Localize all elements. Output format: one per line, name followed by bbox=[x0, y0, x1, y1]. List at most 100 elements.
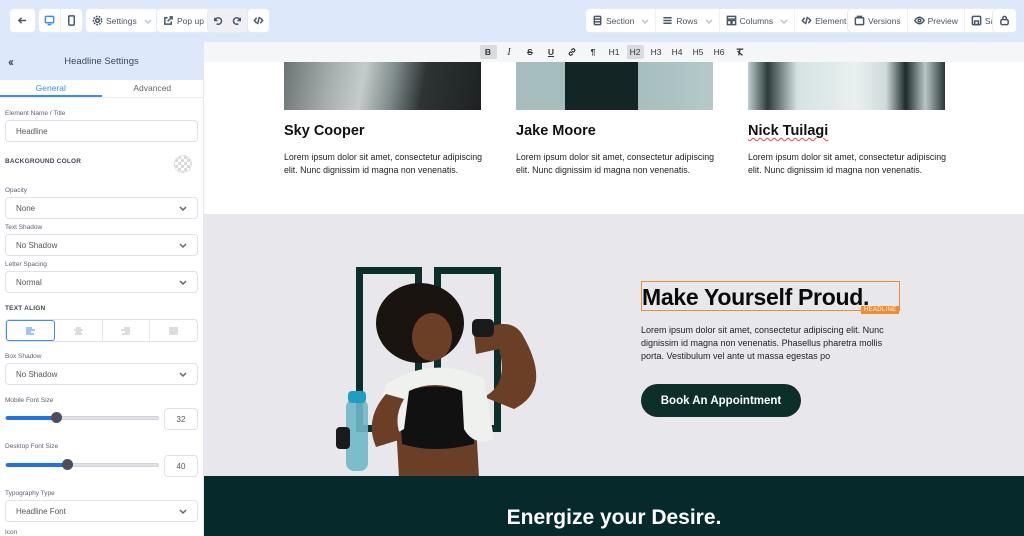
team-member-name[interactable]: Sky Cooper bbox=[284, 123, 365, 139]
opacity-select[interactable]: None bbox=[5, 197, 198, 219]
code-icon bbox=[801, 16, 812, 25]
popup-label: Pop up bbox=[177, 15, 204, 26]
hero-paragraph[interactable]: Lorem ipsum dolor sit amet, consectetur … bbox=[641, 324, 906, 362]
desktop-font-size-slider[interactable] bbox=[5, 459, 159, 470]
lock-button[interactable] bbox=[993, 9, 1016, 32]
h3-button[interactable]: H3 bbox=[648, 45, 665, 59]
letter-spacing-value: Normal bbox=[16, 277, 42, 287]
box-shadow-value: No Shadow bbox=[16, 369, 58, 379]
popup-group: Pop up bbox=[157, 9, 210, 32]
align-justify-icon bbox=[169, 327, 179, 334]
team-member-bio[interactable]: Lorem ipsum dolor sit amet, consectetur … bbox=[284, 151, 484, 176]
band-title[interactable]: Energize your Desire. bbox=[204, 506, 1024, 530]
typography-type-value: Headline Font bbox=[16, 506, 66, 516]
mobile-view-button[interactable] bbox=[61, 9, 82, 32]
redo-button[interactable] bbox=[228, 9, 247, 32]
align-center-icon bbox=[73, 327, 83, 334]
code-icon bbox=[253, 16, 264, 25]
eye-icon bbox=[913, 16, 925, 25]
back-button[interactable] bbox=[10, 9, 35, 32]
settings-button[interactable]: Settings bbox=[86, 9, 158, 32]
link-button[interactable] bbox=[564, 45, 581, 59]
paragraph-button[interactable]: ¶ bbox=[585, 45, 602, 59]
book-appointment-button[interactable]: Book An Appointment bbox=[641, 384, 801, 417]
underline-button[interactable]: U bbox=[543, 45, 560, 59]
rows-button[interactable]: Rows bbox=[656, 9, 720, 32]
tab-advanced[interactable]: Advanced bbox=[102, 80, 204, 97]
chevron-down-icon bbox=[144, 18, 152, 24]
section-button[interactable]: Section bbox=[586, 9, 657, 32]
hero-headline[interactable]: Make Yourself Proud. bbox=[642, 284, 869, 311]
popup-button[interactable]: Pop up bbox=[157, 9, 210, 32]
text-shadow-select[interactable]: No Shadow bbox=[5, 234, 198, 256]
undo-button[interactable] bbox=[208, 9, 228, 32]
h5-button[interactable]: H5 bbox=[690, 45, 707, 59]
box-shadow-select[interactable]: No Shadow bbox=[5, 363, 198, 385]
desktop-view-button[interactable] bbox=[39, 9, 61, 32]
h6-button[interactable]: H6 bbox=[711, 45, 728, 59]
team-member-name[interactable]: Nick Tuilagi bbox=[748, 123, 828, 139]
align-left-button[interactable] bbox=[6, 320, 55, 341]
chevron-down-icon bbox=[705, 18, 713, 24]
mobile-font-size-slider[interactable] bbox=[5, 412, 159, 423]
back-group bbox=[10, 9, 35, 32]
clear-format-button[interactable] bbox=[732, 45, 749, 59]
mobile-icon bbox=[68, 15, 75, 26]
format-toolbar: B I S U ¶ H1 H2 H3 H4 H5 H6 bbox=[204, 42, 1024, 62]
h2-button[interactable]: H2 bbox=[626, 45, 644, 59]
bold-button[interactable]: B bbox=[479, 45, 497, 59]
strikethrough-button[interactable]: S bbox=[522, 45, 539, 59]
align-left-icon bbox=[25, 327, 35, 334]
rows-icon bbox=[663, 17, 672, 24]
lock-group bbox=[993, 9, 1016, 32]
color-picker-swatch[interactable] bbox=[174, 155, 192, 173]
team-member-bio[interactable]: Lorem ipsum dolor sit amet, consectetur … bbox=[516, 151, 716, 176]
collapse-panel-icon[interactable]: ‹‹ bbox=[8, 55, 14, 69]
h1-button[interactable]: H1 bbox=[606, 45, 623, 59]
desktop-icon bbox=[44, 15, 55, 26]
code-view-button[interactable] bbox=[248, 9, 269, 32]
typography-type-select[interactable]: Headline Font bbox=[5, 500, 198, 522]
chevron-down-icon bbox=[780, 18, 788, 24]
team-member-bio[interactable]: Lorem ipsum dolor sit amet, consectetur … bbox=[748, 151, 948, 176]
h4-button[interactable]: H4 bbox=[669, 45, 686, 59]
columns-button[interactable]: Columns bbox=[720, 9, 796, 32]
element-name-input[interactable]: Headline bbox=[5, 120, 198, 142]
team-photo bbox=[284, 62, 481, 110]
tab-general[interactable]: General bbox=[0, 80, 102, 97]
slider-handle[interactable] bbox=[62, 459, 73, 470]
structure-group: Section Rows Columns Elements bbox=[586, 9, 857, 32]
align-right-button[interactable] bbox=[103, 320, 151, 341]
element-name-value: Headline bbox=[16, 126, 48, 136]
clear-format-icon bbox=[736, 48, 744, 56]
device-toggle bbox=[39, 9, 82, 32]
text-shadow-value: No Shadow bbox=[16, 240, 58, 250]
panel-tabs: General Advanced bbox=[0, 80, 203, 98]
versions-label: Versions bbox=[868, 15, 901, 26]
letter-spacing-select[interactable]: Normal bbox=[5, 271, 198, 293]
panel-title: Headline Settings bbox=[64, 55, 139, 67]
chevron-down-icon bbox=[179, 243, 187, 249]
slider-handle[interactable] bbox=[51, 412, 62, 423]
chevron-down-icon bbox=[179, 206, 187, 212]
italic-button[interactable]: I bbox=[501, 45, 518, 59]
settings-panel: ‹‹ Headline Settings General Advanced El… bbox=[0, 42, 204, 536]
chevron-down-icon bbox=[179, 509, 187, 515]
opacity-label: Opacity bbox=[5, 187, 28, 194]
section-label: Section bbox=[606, 15, 635, 26]
rows-label: Rows bbox=[676, 15, 698, 26]
versions-button[interactable]: Versions bbox=[848, 9, 908, 32]
align-center-button[interactable] bbox=[55, 320, 103, 341]
lock-icon bbox=[1000, 15, 1009, 26]
element-name-label: Element Name / Title bbox=[5, 110, 66, 117]
mobile-font-size-input[interactable]: 32 bbox=[164, 408, 198, 430]
section-icon bbox=[593, 15, 602, 26]
desktop-font-size-input[interactable]: 40 bbox=[164, 455, 198, 477]
align-justify-button[interactable] bbox=[150, 320, 197, 341]
team-member-name[interactable]: Jake Moore bbox=[516, 123, 596, 139]
preview-button[interactable]: Preview bbox=[908, 9, 965, 32]
typography-type-label: Typography Type bbox=[5, 490, 55, 497]
opacity-value: None bbox=[16, 203, 36, 213]
slider-fill bbox=[6, 463, 67, 467]
settings-group: Settings bbox=[86, 9, 158, 32]
